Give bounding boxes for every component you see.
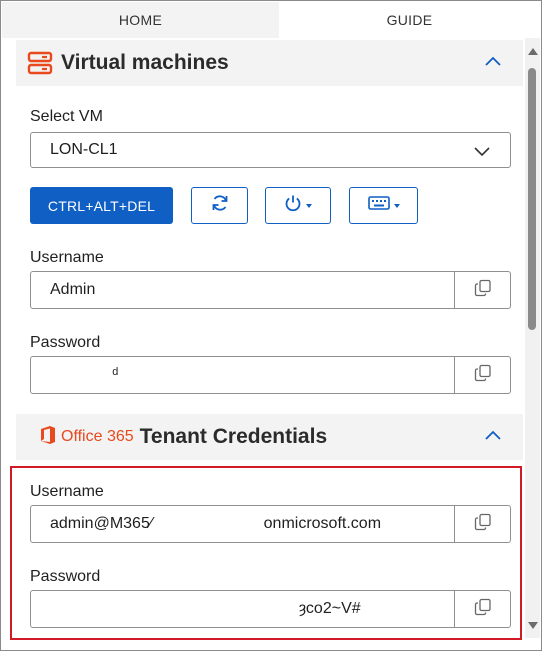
dropdown-caret-icon	[393, 203, 400, 208]
virtual-machines-header[interactable]: Virtual machines	[16, 40, 523, 86]
section-title: Virtual machines	[61, 51, 229, 74]
chevron-down-icon	[474, 144, 490, 162]
vm-password-value[interactable]: ᵈ	[31, 357, 454, 393]
tenant-username-value[interactable]: admin@M365⁄ onmicrosoft.com	[31, 506, 454, 542]
selected-vm-value: LON-CL1	[50, 141, 118, 158]
tab-guide-label: GUIDE	[386, 12, 433, 28]
vm-password-field[interactable]: ᵈ	[30, 356, 511, 394]
copy-icon	[474, 598, 492, 621]
tenant-password-value[interactable]: ȝco2~V#	[31, 591, 454, 627]
tenant-password-label: Password	[30, 568, 101, 585]
scroll-down-icon[interactable]	[528, 622, 538, 629]
office-365-logo: Office 365	[40, 425, 140, 450]
office-logo-icon	[40, 425, 56, 450]
copy-button[interactable]	[454, 591, 510, 627]
vm-select[interactable]: LON-CL1	[30, 132, 511, 168]
keyboard-icon	[367, 196, 390, 215]
tenant-password-field[interactable]: ȝco2~V#	[30, 590, 511, 628]
scrollbar-thumb[interactable]	[528, 68, 536, 330]
scrollbar[interactable]	[525, 38, 540, 638]
power-menu-button[interactable]	[265, 187, 331, 224]
tab-home-label: HOME	[118, 12, 163, 28]
copy-button[interactable]	[454, 272, 510, 308]
vm-username-value[interactable]: Admin	[31, 272, 454, 308]
vm-username-field[interactable]: Admin	[30, 271, 511, 309]
copy-icon	[474, 513, 492, 536]
ctrl-alt-del-button[interactable]: CTRL+ALT+DEL	[30, 187, 173, 224]
copy-button[interactable]	[454, 357, 510, 393]
refresh-button[interactable]	[191, 187, 248, 224]
tenant-username-label: Username	[30, 483, 104, 500]
select-vm-label: Select VM	[30, 108, 103, 125]
server-stack-icon	[27, 50, 53, 76]
copy-icon	[474, 364, 492, 387]
tab-guide[interactable]: GUIDE	[279, 2, 540, 38]
ctrl-alt-del-label: CTRL+ALT+DEL	[47, 197, 156, 214]
copy-button[interactable]	[454, 506, 510, 542]
lab-panel: HOME GUIDE Virtual machines Select VM LO…	[0, 0, 542, 651]
vm-password-label: Password	[30, 334, 101, 351]
chevron-up-icon[interactable]	[485, 430, 501, 444]
office-365-brand: Office 365	[61, 428, 134, 445]
tab-bar: HOME GUIDE	[2, 2, 540, 38]
power-icon	[284, 194, 302, 217]
scroll-up-icon[interactable]	[528, 48, 538, 55]
tenant-username-field[interactable]: admin@M365⁄ onmicrosoft.com	[30, 505, 511, 543]
dropdown-caret-icon	[306, 203, 312, 208]
tenant-credentials-header[interactable]: Office 365 Tenant Credentials	[16, 414, 523, 460]
chevron-up-icon[interactable]	[485, 56, 501, 70]
section-title: Tenant Credentials	[139, 425, 328, 448]
tab-home[interactable]: HOME	[2, 2, 279, 38]
copy-icon	[474, 279, 492, 302]
refresh-icon	[210, 193, 230, 218]
vm-username-label: Username	[30, 249, 104, 266]
keyboard-menu-button[interactable]	[349, 187, 418, 224]
